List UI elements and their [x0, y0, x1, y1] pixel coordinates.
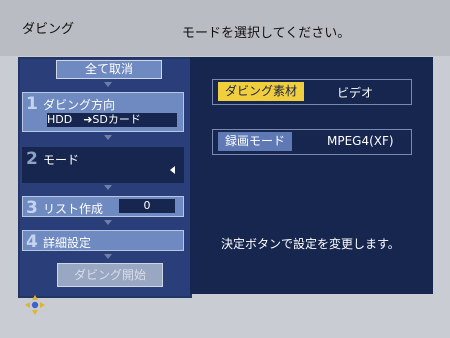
screen-title: ダビング — [22, 22, 75, 37]
step-mode[interactable]: 2 モード — [22, 147, 184, 183]
step-number: 4 — [26, 232, 38, 252]
step-number: 1 — [26, 94, 38, 114]
flow-arrow-icon — [104, 135, 112, 140]
dubbing-source-row[interactable]: ダビング素材 ビデオ — [212, 79, 412, 105]
step-dubbing-direction[interactable]: 1 ダビング方向 HDD ➜SDカード — [22, 92, 184, 132]
start-dubbing-button[interactable]: ダビング開始 — [57, 263, 163, 287]
dpad-icon — [24, 294, 46, 316]
step-detail-settings[interactable]: 4 詳細設定 — [22, 230, 184, 252]
step-label: モード — [43, 153, 80, 167]
instruction-text: モードを選択してください。 — [182, 26, 351, 41]
flow-arrow-icon — [104, 185, 112, 190]
step-label: 詳細設定 — [43, 236, 92, 250]
step-number: 2 — [26, 149, 38, 169]
triangle-left-icon — [170, 166, 175, 174]
dubbing-source-value: ビデオ — [337, 86, 374, 100]
flow-arrow-icon — [104, 220, 112, 225]
step-list[interactable]: 3 リスト作成 0 — [22, 196, 184, 218]
list-count: 0 — [119, 199, 175, 213]
recording-mode-value: MPEG4(XF) — [327, 134, 394, 148]
recording-mode-label: 録画モード — [218, 132, 293, 151]
flow-arrow-icon — [104, 82, 112, 87]
dubbing-source-label: ダビング素材 — [218, 82, 305, 101]
step-label: ダビング方向 — [43, 98, 116, 112]
help-note: 決定ボタンで設定を変更します。 — [221, 237, 400, 251]
step-number: 3 — [26, 198, 38, 218]
flow-arrow-icon — [104, 254, 112, 259]
direction-value: HDD ➜SDカード — [47, 113, 177, 127]
header-bar: ダビング モードを選択してください。 — [0, 0, 450, 56]
recording-mode-row[interactable]: 録画モード MPEG4(XF) — [212, 129, 412, 155]
step-label: リスト作成 — [43, 202, 104, 216]
cancel-all-button[interactable]: 全て取消 — [56, 60, 162, 79]
